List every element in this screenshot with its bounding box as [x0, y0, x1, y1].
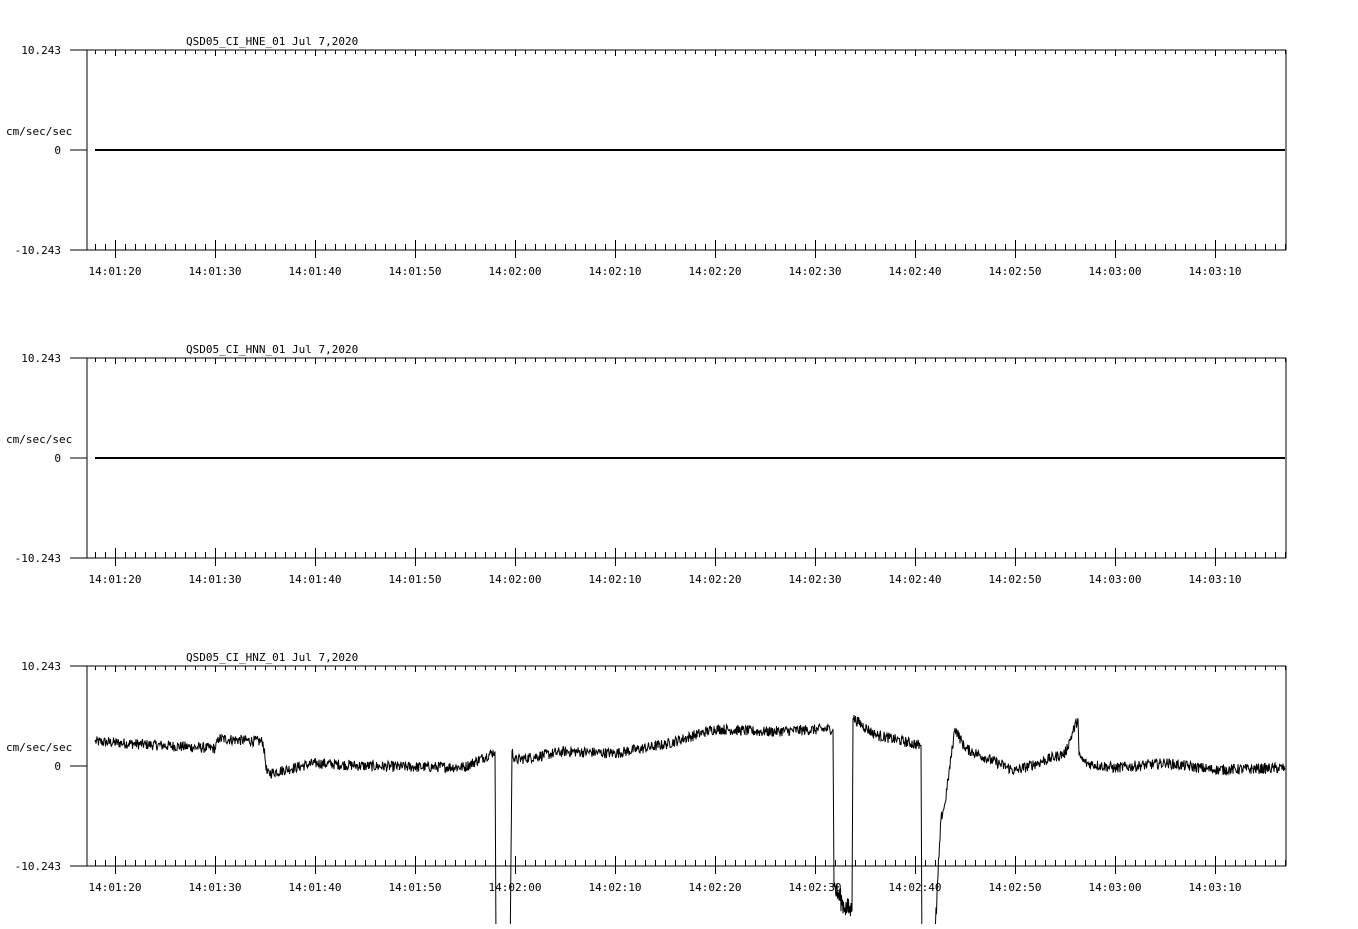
y-tick-label: 0	[54, 144, 61, 157]
x-tick-label: 14:02:30	[789, 265, 842, 278]
x-tick-label: 14:02:00	[489, 265, 542, 278]
x-tick-label: 14:01:40	[289, 881, 342, 894]
x-tick-label: 14:01:50	[389, 573, 442, 586]
x-tick-label: 14:01:40	[289, 265, 342, 278]
x-tick-label: 14:02:10	[589, 265, 642, 278]
x-tick-label: 14:01:50	[389, 265, 442, 278]
y-tick-label: -10.243	[15, 244, 61, 257]
panel-title: QSD05_CI_HNE_01 Jul 7,2020	[186, 35, 358, 48]
x-tick-label: 14:01:30	[189, 881, 242, 894]
y-axis-label: cm/sec/sec	[6, 741, 72, 754]
x-tick-label: 14:02:40	[889, 881, 942, 894]
y-axis-label: cm/sec/sec	[6, 125, 72, 138]
x-tick-label: 14:01:50	[389, 881, 442, 894]
y-tick-label: 0	[54, 760, 61, 773]
x-tick-label: 14:03:10	[1189, 881, 1242, 894]
x-tick-label: 14:02:50	[989, 265, 1042, 278]
x-tick-label: 14:02:20	[689, 881, 742, 894]
y-tick-label: 10.243	[21, 660, 61, 673]
y-tick-label: -10.243	[15, 552, 61, 565]
x-tick-label: 14:01:30	[189, 573, 242, 586]
x-tick-label: 14:02:00	[489, 573, 542, 586]
y-axis-label: cm/sec/sec	[6, 433, 72, 446]
x-tick-label: 14:01:20	[89, 265, 142, 278]
x-tick-label: 14:02:40	[889, 573, 942, 586]
x-tick-label: 14:02:20	[689, 265, 742, 278]
x-tick-label: 14:01:20	[89, 573, 142, 586]
x-tick-label: 14:02:50	[989, 573, 1042, 586]
x-tick-label: 14:03:00	[1089, 881, 1142, 894]
x-tick-label: 14:02:50	[989, 881, 1042, 894]
y-tick-label: -10.243	[15, 860, 61, 873]
panel-title: QSD05_CI_HNN_01 Jul 7,2020	[186, 343, 358, 356]
x-tick-label: 14:02:30	[789, 573, 842, 586]
x-tick-label: 14:02:20	[689, 573, 742, 586]
panel-3: QSD05_CI_HNZ_01 Jul 7,2020 cm/sec/sec 10.2…	[6, 651, 1287, 929]
panel-title: QSD05_CI_HNZ_01 Jul 7,2020	[186, 651, 358, 664]
x-tick-label: 14:03:00	[1089, 265, 1142, 278]
x-tick-label: 14:02:10	[589, 573, 642, 586]
x-tick-label: 14:01:30	[189, 265, 242, 278]
x-tick-label: 14:01:20	[89, 881, 142, 894]
panel-2: QSD05_CI_HNN_01 Jul 7,2020 cm/sec/sec 10.2…	[6, 343, 1287, 586]
seismogram-figure: QSD05_CI_HNE_01 Jul 7,2020 cm/sec/sec 10.2…	[6, 35, 1287, 929]
panel-1: QSD05_CI_HNE_01 Jul 7,2020 cm/sec/sec 10.2…	[6, 35, 1287, 278]
x-tick-label: 14:02:10	[589, 881, 642, 894]
x-tick-label: 14:03:10	[1189, 265, 1242, 278]
x-tick-label: 14:03:10	[1189, 573, 1242, 586]
y-tick-label: 0	[54, 452, 61, 465]
x-tick-label: 14:01:40	[289, 573, 342, 586]
x-tick-label: 14:02:40	[889, 265, 942, 278]
y-tick-label: 10.243	[21, 44, 61, 57]
y-tick-label: 10.243	[21, 352, 61, 365]
x-tick-label: 14:03:00	[1089, 573, 1142, 586]
x-tick-label: 14:02:00	[489, 881, 542, 894]
